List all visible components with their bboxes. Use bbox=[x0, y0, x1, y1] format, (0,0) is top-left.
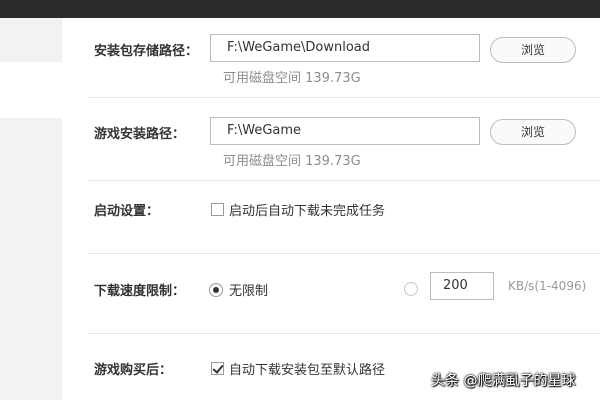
install-path-input[interactable]: F:\WeGame bbox=[210, 117, 480, 145]
package-path-browse-button[interactable]: 浏览 bbox=[490, 37, 576, 63]
startup-auto-download-checkbox[interactable] bbox=[211, 203, 224, 216]
speed-limit-unit: KB/s(1-4096) bbox=[508, 279, 587, 293]
sidebar-item-active[interactable] bbox=[0, 62, 62, 118]
install-path-free-space: 可用磁盘空间 139.73G bbox=[223, 154, 361, 169]
section-divider bbox=[88, 180, 600, 181]
unlimited-radio[interactable] bbox=[209, 283, 223, 297]
section-divider bbox=[88, 253, 600, 254]
section-divider bbox=[88, 97, 600, 98]
after-purchase-auto-download-checkbox[interactable] bbox=[211, 362, 224, 375]
limit-speed-radio[interactable] bbox=[404, 282, 418, 296]
package-path-free-space: 可用磁盘空间 139.73G bbox=[223, 71, 361, 86]
window-title-bar bbox=[0, 0, 600, 18]
package-path-label: 安装包存储路径： bbox=[94, 44, 199, 59]
after-purchase-label: 游戏购买后： bbox=[94, 363, 173, 378]
speed-limit-label: 下载速度限制： bbox=[94, 284, 186, 299]
after-purchase-auto-download-text[interactable]: 自动下载安装包至默认路径 bbox=[229, 359, 385, 378]
unlimited-radio-label[interactable]: 无限制 bbox=[229, 280, 268, 299]
startup-auto-download-text[interactable]: 启动后自动下载未完成任务 bbox=[229, 200, 385, 219]
speed-limit-input[interactable]: 200 bbox=[430, 272, 494, 300]
startup-label: 启动设置： bbox=[94, 204, 160, 219]
install-path-label: 游戏安装路径： bbox=[94, 127, 186, 142]
watermark-text: 头条 @爬满虱子的星球 bbox=[431, 373, 576, 389]
install-path-browse-button[interactable]: 浏览 bbox=[490, 119, 576, 145]
sidebar bbox=[0, 18, 62, 400]
section-divider bbox=[88, 333, 600, 334]
package-path-input[interactable]: F:\WeGame\Download bbox=[210, 34, 480, 62]
